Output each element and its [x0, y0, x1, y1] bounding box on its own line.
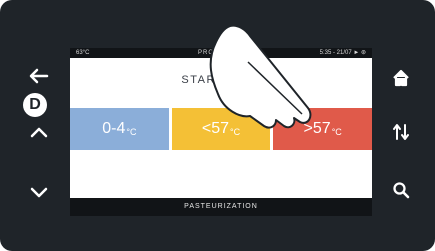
search-icon[interactable] [389, 178, 413, 202]
temp-option-0-4[interactable]: 0-4 °C [70, 108, 169, 150]
play-icon: ► [353, 50, 360, 56]
pointing-hand-icon [190, 22, 330, 142]
down-chevron-icon[interactable] [27, 180, 51, 204]
d-badge: D [23, 93, 47, 117]
home-icon[interactable] [389, 66, 413, 90]
control-panel: D 63°C PRO 5:35 - 21/07 ► ⊛ STARTING T 0… [0, 0, 435, 251]
mode-footer: PASTEURIZATION [70, 198, 372, 216]
wifi-icon: ⊛ [360, 50, 366, 56]
up-chevron-icon[interactable] [27, 120, 51, 144]
temperature-readout: 63°C [76, 50, 90, 56]
sort-icon[interactable] [389, 120, 413, 144]
back-arrow-icon[interactable] [27, 64, 51, 88]
